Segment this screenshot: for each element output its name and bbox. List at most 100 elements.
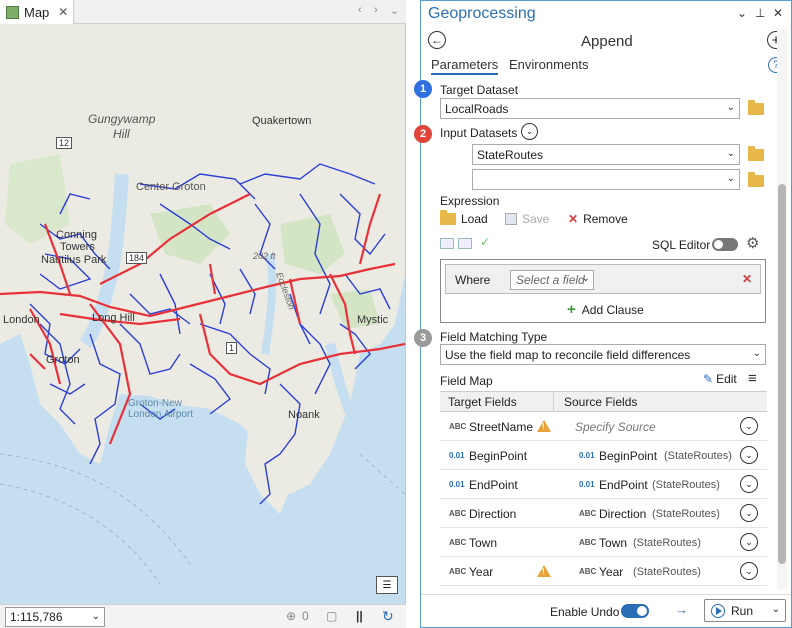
close-icon[interactable]: ✕: [58, 5, 68, 19]
play-icon: [711, 603, 725, 618]
label-gungywamp: Gungywamp: [88, 112, 156, 126]
edit-field-map-button[interactable]: ✎ Edit: [703, 372, 737, 386]
toggle-knob: [714, 240, 723, 249]
field-map-row[interactable]: ABC StreetName ! Specify Source ⌄: [440, 412, 767, 441]
field-matching-combo[interactable]: Use the field map to reconcile field dif…: [440, 344, 766, 365]
label-elevation: 202 ft: [253, 251, 276, 261]
remove-button[interactable]: ✕ Remove: [568, 212, 628, 226]
label-noank: Noank: [288, 409, 320, 421]
double-field-icon: 0.01: [449, 451, 465, 460]
scale-dropdown[interactable]: 1:115,786 ⌄: [5, 607, 105, 627]
selectable-layers-icon[interactable]: ⊕: [286, 609, 296, 623]
source-table: (StateRoutes): [664, 450, 732, 462]
browse-folder-icon[interactable]: [748, 146, 764, 161]
target-dataset-value: LocalRoads: [445, 101, 509, 116]
refresh-icon[interactable]: ↻: [382, 608, 394, 625]
load-label: Load: [461, 212, 488, 226]
vertical-scrollbar[interactable]: [777, 29, 787, 589]
basemap-gallery-icon[interactable]: ☰: [376, 576, 398, 594]
text-field-icon: ABC: [579, 509, 597, 518]
field-map-label: Field Map: [440, 374, 493, 388]
expand-row-icon[interactable]: ⌄: [740, 533, 758, 551]
chevron-down-icon: ⌄: [752, 348, 761, 359]
col-target-fields: Target Fields: [448, 395, 517, 409]
field-map-row[interactable]: ABC Year ! ABC Year (StateRoutes) ⌄: [440, 557, 767, 586]
field-map-row[interactable]: ABC Direction ABC Direction (StateRoutes…: [440, 499, 767, 528]
field-dropdown[interactable]: Select a field ⌄: [510, 270, 594, 290]
verify-check-icon[interactable]: ✓: [480, 235, 490, 249]
tab-scroll-right-icon[interactable]: ›: [374, 4, 378, 16]
map-canvas[interactable]: Gungywamp Hill Quakertown 12 Center Grot…: [0, 24, 405, 604]
tab-parameters[interactable]: Parameters: [431, 57, 499, 75]
scroll-thumb[interactable]: [778, 184, 786, 564]
gear-icon[interactable]: ⚙: [746, 234, 759, 252]
arrow-right-icon: →: [675, 602, 688, 617]
load-button[interactable]: Load: [440, 210, 488, 226]
remove-label: Remove: [583, 212, 628, 226]
expand-row-icon[interactable]: ⌄: [740, 417, 758, 435]
source-field-name: Town: [599, 536, 628, 550]
save-button[interactable]: Save: [505, 212, 549, 226]
step-badge-1: 1: [414, 80, 432, 98]
sql-editor-toggle[interactable]: [712, 238, 738, 251]
expand-row-icon[interactable]: ⌄: [740, 504, 758, 522]
browse-folder-icon[interactable]: [748, 172, 764, 187]
target-field-name: Town: [469, 536, 498, 550]
back-button[interactable]: ←: [428, 31, 446, 49]
target-dataset-combo[interactable]: LocalRoads ⌄: [440, 98, 740, 119]
field-map-row[interactable]: 0.01 BeginPoint 0.01 BeginPoint (StateRo…: [440, 441, 767, 470]
column-divider: [553, 392, 554, 412]
pane-title: Geoprocessing: [428, 5, 536, 22]
edit-label: Edit: [716, 372, 737, 386]
pin-icon[interactable]: ⊥: [755, 6, 765, 20]
text-field-icon: ABC: [449, 509, 467, 518]
snapping-icon[interactable]: ▢: [326, 609, 337, 623]
add-clause-label: Add Clause: [581, 302, 644, 317]
browse-folder-icon[interactable]: [748, 100, 764, 115]
tab-scroll-left-icon[interactable]: ‹: [358, 4, 362, 16]
text-field-icon: ABC: [449, 538, 467, 547]
close-icon[interactable]: ✕: [773, 6, 783, 20]
pane-footer: Enable Undo → Run ⌄: [421, 594, 791, 627]
menu-icon[interactable]: ≡: [748, 370, 757, 387]
expression-label: Expression: [440, 194, 500, 208]
tab-map[interactable]: Map ✕: [0, 0, 74, 24]
pane-options-icon[interactable]: ⌄: [737, 6, 747, 20]
run-button[interactable]: Run ⌄: [704, 599, 786, 622]
field-map-row[interactable]: 0.01 EndPoint 0.01 EndPoint (StateRoutes…: [440, 470, 767, 499]
expression-builder: Where Select a field ⌄ ✕ + Add Clause: [440, 259, 766, 323]
label-quakertown: Quakertown: [252, 115, 312, 127]
route-shield-184: 184: [126, 252, 148, 264]
selected-count: 0: [302, 609, 309, 623]
add-clause-button[interactable]: + Add Clause: [567, 302, 644, 317]
plus-icon: +: [567, 301, 576, 318]
expand-row-icon[interactable]: ⌄: [740, 446, 758, 464]
target-field-name: StreetName: [469, 420, 534, 434]
delete-clause-icon[interactable]: ✕: [742, 272, 752, 286]
enable-undo-toggle[interactable]: [621, 604, 649, 618]
step-badge-3: 3: [414, 329, 432, 347]
source-field-name: BeginPoint: [599, 449, 658, 463]
pause-drawing-icon[interactable]: ||: [356, 609, 363, 623]
sql-editor-label: SQL Editor: [652, 238, 711, 252]
pencil-icon: ✎: [703, 372, 714, 386]
expand-row-icon[interactable]: ⌄: [740, 475, 758, 493]
input-dataset-combo-2[interactable]: ⌄: [472, 169, 740, 190]
tab-list-icon[interactable]: ⌄: [390, 4, 399, 17]
source-field-name: Year: [599, 565, 624, 579]
expand-row-icon[interactable]: ⌄: [740, 562, 758, 580]
chevron-down-icon: ⌄: [726, 102, 735, 113]
sql-mode-icon[interactable]: [458, 238, 472, 249]
chevron-down-icon: ⌄: [726, 173, 735, 184]
collapse-icon[interactable]: ⌄: [521, 123, 538, 140]
field-map-row[interactable]: ABC Town ABC Town (StateRoutes) ⌄: [440, 528, 767, 557]
label-center-groton: Center Groton: [136, 181, 206, 193]
tab-environments[interactable]: Environments: [509, 57, 588, 72]
save-label: Save: [522, 212, 550, 226]
input-dataset-combo-1[interactable]: StateRoutes ⌄: [472, 144, 740, 165]
source-field-name: Direction: [599, 507, 647, 521]
chevron-down-icon[interactable]: ⌄: [772, 604, 780, 615]
tool-row: ← Append +: [421, 29, 791, 53]
clause-mode-icon[interactable]: [440, 238, 454, 249]
label-new-london: London: [3, 314, 40, 326]
